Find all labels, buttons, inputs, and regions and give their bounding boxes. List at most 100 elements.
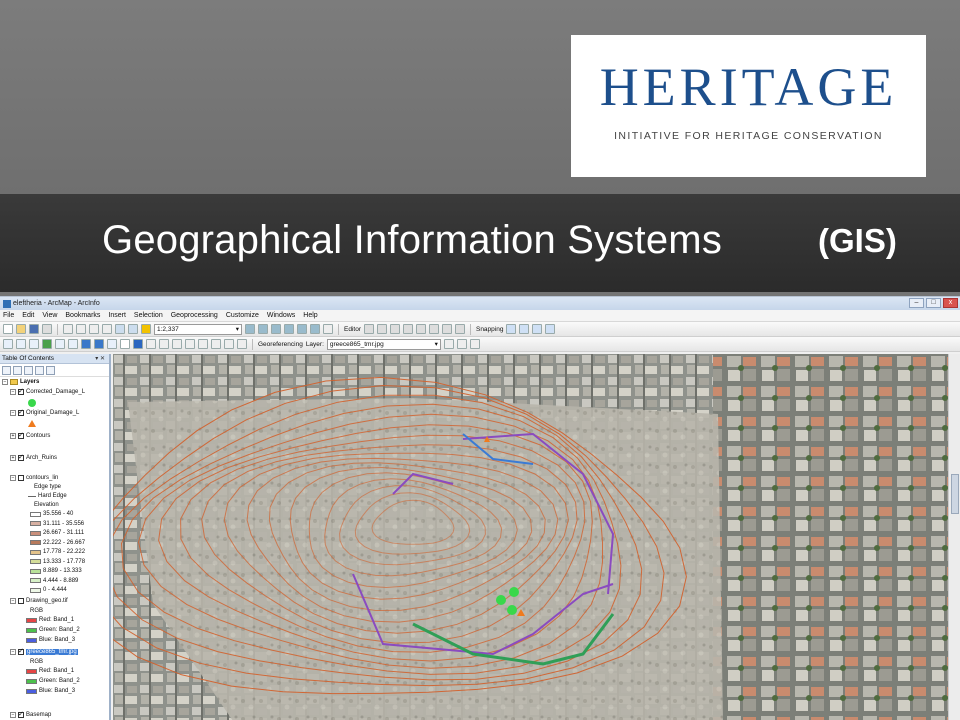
edge-snapping-icon[interactable] bbox=[545, 324, 556, 334]
new-document-icon[interactable] bbox=[3, 324, 13, 334]
rotate-tool-icon[interactable] bbox=[428, 324, 439, 334]
toc-raster-drawing[interactable]: − Drawing_geo.tif bbox=[10, 598, 68, 604]
edit-tool-icon[interactable] bbox=[363, 324, 374, 334]
toc-window-icon[interactable] bbox=[258, 324, 268, 334]
expand-icon[interactable]: + bbox=[10, 433, 16, 439]
editor-toolbar-icon[interactable] bbox=[245, 324, 255, 334]
maximize-button[interactable]: □ bbox=[926, 298, 941, 308]
georef-layer-combo[interactable]: greece865_tmr.jpg ▾ bbox=[326, 338, 441, 350]
collapse-icon[interactable]: − bbox=[10, 475, 16, 481]
menu-insert[interactable]: Insert bbox=[108, 312, 126, 319]
snapping-menu[interactable]: Snapping bbox=[476, 326, 503, 333]
toc-raster-greece[interactable]: − greece865_tmr.jpg bbox=[10, 647, 78, 655]
toc-layer-corrected-damage[interactable]: − Corrected_Damage_L bbox=[10, 387, 85, 395]
map-canvas[interactable] bbox=[113, 354, 948, 720]
sketch-properties-icon[interactable] bbox=[454, 324, 465, 334]
add-control-points-icon[interactable] bbox=[456, 339, 467, 349]
select-elements-icon[interactable] bbox=[120, 339, 130, 349]
list-by-selection-icon[interactable] bbox=[35, 365, 44, 375]
toc-layer-arch-ruins[interactable]: + Arch_Ruins bbox=[10, 453, 57, 461]
menu-view[interactable]: View bbox=[42, 312, 57, 319]
toc-layer-contours[interactable]: + Contours bbox=[10, 431, 50, 439]
open-folder-icon[interactable] bbox=[16, 324, 26, 334]
toc-pane-controls[interactable]: ▾ ✕ bbox=[95, 355, 105, 362]
map-display[interactable] bbox=[113, 354, 948, 720]
layer-visibility-checkbox[interactable] bbox=[18, 408, 24, 416]
menu-customize[interactable]: Customize bbox=[226, 312, 259, 319]
pan-icon[interactable] bbox=[29, 339, 39, 349]
map-vertical-scrollbar[interactable] bbox=[948, 354, 960, 720]
back-extent-icon[interactable] bbox=[81, 339, 91, 349]
attributes-icon[interactable] bbox=[441, 324, 452, 334]
layer-visibility-checkbox[interactable] bbox=[18, 475, 24, 481]
add-data-icon[interactable] bbox=[141, 324, 151, 334]
forward-extent-icon[interactable] bbox=[94, 339, 104, 349]
list-by-visibility-icon[interactable] bbox=[24, 365, 33, 375]
select-features-icon[interactable] bbox=[107, 339, 117, 349]
print-icon[interactable] bbox=[42, 324, 52, 334]
toc-layer-contours-tin[interactable]: − contours_lin bbox=[10, 475, 58, 481]
arctoolbox-icon[interactable] bbox=[297, 324, 307, 334]
collapse-icon[interactable]: − bbox=[10, 712, 16, 718]
undo-icon[interactable] bbox=[115, 324, 125, 334]
map-scale-combo[interactable]: 1:2,337 ▾ bbox=[154, 323, 242, 335]
editor-menu[interactable]: Editor bbox=[344, 326, 361, 333]
menu-geoprocessing[interactable]: Geoprocessing bbox=[171, 312, 218, 319]
delete-icon[interactable] bbox=[102, 324, 112, 334]
minimize-button[interactable]: – bbox=[909, 298, 924, 308]
measure-icon[interactable] bbox=[172, 339, 182, 349]
scrollbar-thumb[interactable] bbox=[951, 474, 959, 514]
vertex-snapping-icon[interactable] bbox=[532, 324, 543, 334]
list-by-source-icon[interactable] bbox=[13, 365, 22, 375]
layer-visibility-checkbox[interactable] bbox=[18, 453, 24, 461]
point-snapping-icon[interactable] bbox=[506, 324, 517, 334]
layer-visibility-checkbox[interactable] bbox=[18, 431, 24, 439]
go-to-xy-icon[interactable] bbox=[211, 339, 221, 349]
fixed-zoom-in-icon[interactable] bbox=[55, 339, 65, 349]
find-icon[interactable] bbox=[185, 339, 195, 349]
menu-edit[interactable]: Edit bbox=[22, 312, 34, 319]
menu-selection[interactable]: Selection bbox=[134, 312, 163, 319]
menu-file[interactable]: File bbox=[3, 312, 14, 319]
catalog-window-icon[interactable] bbox=[271, 324, 281, 334]
collapse-icon[interactable]: − bbox=[10, 410, 16, 416]
menu-windows[interactable]: Windows bbox=[267, 312, 295, 319]
hyperlink-icon[interactable] bbox=[146, 339, 156, 349]
html-popup-icon[interactable] bbox=[159, 339, 169, 349]
toc-layer-basemap[interactable]: − Basemap bbox=[10, 710, 51, 718]
full-extent-icon[interactable] bbox=[42, 339, 52, 349]
zoom-out-icon[interactable] bbox=[16, 339, 26, 349]
collapse-icon[interactable]: − bbox=[10, 649, 16, 655]
time-slider-icon[interactable] bbox=[224, 339, 234, 349]
copy-icon[interactable] bbox=[76, 324, 86, 334]
rotate-icon[interactable] bbox=[443, 339, 454, 349]
georeferencing-menu[interactable]: Georeferencing bbox=[258, 341, 303, 348]
find-route-icon[interactable] bbox=[198, 339, 208, 349]
list-by-drawing-order-icon[interactable] bbox=[2, 365, 11, 375]
toc-options-icon[interactable] bbox=[46, 365, 55, 375]
zoom-in-icon[interactable] bbox=[3, 339, 13, 349]
identify-icon[interactable] bbox=[133, 339, 143, 349]
toc-root-layers[interactable]: − Layers bbox=[2, 379, 39, 385]
fixed-zoom-out-icon[interactable] bbox=[68, 339, 78, 349]
create-viewer-icon[interactable] bbox=[237, 339, 247, 349]
search-window-icon[interactable] bbox=[284, 324, 294, 334]
split-tool-icon[interactable] bbox=[415, 324, 426, 334]
toc-layer-original-damage[interactable]: − Original_Damage_L bbox=[10, 408, 79, 416]
collapse-icon[interactable]: − bbox=[10, 389, 16, 395]
layer-visibility-checkbox[interactable] bbox=[18, 387, 24, 395]
menu-help[interactable]: Help bbox=[303, 312, 317, 319]
layer-visibility-checkbox[interactable] bbox=[18, 710, 24, 718]
expand-icon[interactable]: + bbox=[10, 455, 16, 461]
end-snapping-icon[interactable] bbox=[519, 324, 530, 334]
save-icon[interactable] bbox=[29, 324, 39, 334]
paste-icon[interactable] bbox=[89, 324, 99, 334]
collapse-icon[interactable]: − bbox=[10, 598, 16, 604]
reshape-tool-icon[interactable] bbox=[402, 324, 413, 334]
help-icon[interactable] bbox=[323, 324, 333, 334]
cut-icon[interactable] bbox=[63, 324, 73, 334]
close-button[interactable]: x bbox=[943, 298, 958, 308]
collapse-icon[interactable]: − bbox=[2, 379, 8, 385]
layer-visibility-checkbox[interactable] bbox=[18, 598, 24, 604]
redo-icon[interactable] bbox=[128, 324, 138, 334]
